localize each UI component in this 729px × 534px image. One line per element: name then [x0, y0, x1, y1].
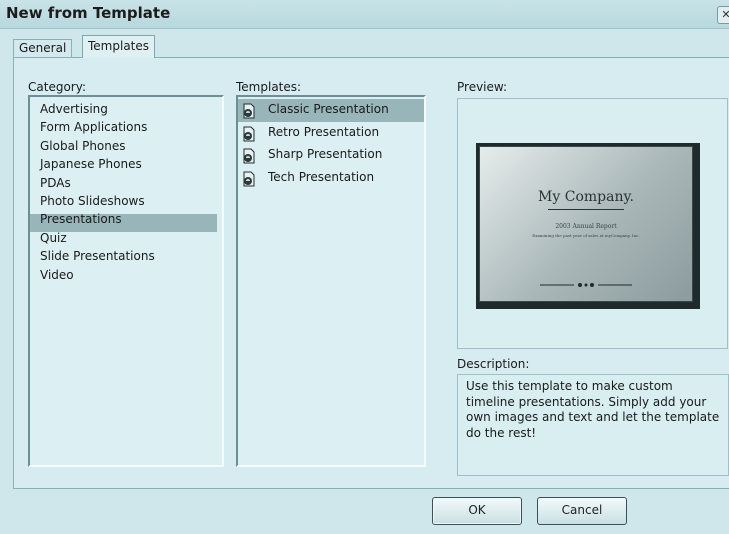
category-item-global-phones[interactable]: Global Phones [40, 137, 126, 155]
preview-slide-rule [548, 209, 624, 210]
template-label: Tech Presentation [268, 169, 375, 184]
category-item-form-applications[interactable]: Form Applications [40, 118, 147, 136]
description-label: Description: [457, 357, 530, 371]
template-item-tech-presentation[interactable]: Tech Presentation [238, 167, 418, 190]
tab-templates[interactable]: Templates [82, 35, 156, 58]
description-text: Use this template to make custom timelin… [457, 374, 729, 476]
window-title: New from Template [6, 4, 171, 22]
template-item-classic-presentation[interactable]: Classic Presentation [238, 99, 424, 122]
preview-frame: My Company. 2003 Annual Report Examining… [457, 98, 728, 349]
category-item-japanese-phones[interactable]: Japanese Phones [40, 155, 142, 173]
template-label: Retro Presentation [268, 124, 380, 139]
title-bar: New from Template ✕ [0, 0, 729, 29]
template-document-icon [243, 103, 255, 119]
template-document-icon [243, 148, 255, 164]
close-button[interactable]: ✕ [717, 6, 729, 24]
category-item-video[interactable]: Video [40, 266, 74, 284]
ok-button[interactable]: OK [432, 497, 522, 525]
template-item-retro-presentation[interactable]: Retro Presentation [238, 122, 418, 145]
category-item-slide-presentations[interactable]: Slide Presentations [40, 247, 155, 265]
template-document-icon [243, 171, 255, 187]
category-item-photo-slideshows[interactable]: Photo Slideshows [40, 192, 145, 210]
category-item-quiz[interactable]: Quiz [40, 229, 67, 247]
template-document-icon [243, 126, 255, 142]
preview-slide: My Company. 2003 Annual Report Examining… [476, 143, 700, 309]
category-item-presentations[interactable]: Presentations [40, 210, 122, 228]
category-list[interactable]: Advertising Form Applications Global Pho… [28, 95, 224, 467]
preview-slide-subtitle: 2003 Annual Report [555, 223, 617, 230]
flourish-ornament-icon [540, 283, 632, 287]
tab-general[interactable]: General [13, 39, 73, 57]
preview-slide-face: My Company. 2003 Annual Report Examining… [479, 146, 693, 302]
preview-slide-company: My Company. [538, 189, 634, 205]
template-label: Sharp Presentation [268, 147, 383, 162]
preview-slide-tagline: Examining the past year of sales at myCo… [532, 233, 640, 238]
templates-label: Templates: [236, 80, 302, 94]
category-item-pdas[interactable]: PDAs [40, 174, 71, 192]
category-label: Category: [28, 80, 86, 94]
cancel-button[interactable]: Cancel [537, 497, 627, 525]
templates-panel: Category: Advertising Form Applications … [13, 57, 729, 489]
template-item-sharp-presentation[interactable]: Sharp Presentation [238, 144, 418, 167]
category-item-advertising[interactable]: Advertising [40, 100, 108, 118]
templates-list[interactable]: Classic Presentation Retro Presentation … [236, 95, 426, 467]
preview-label: Preview: [457, 80, 508, 94]
template-label: Classic Presentation [268, 102, 389, 116]
